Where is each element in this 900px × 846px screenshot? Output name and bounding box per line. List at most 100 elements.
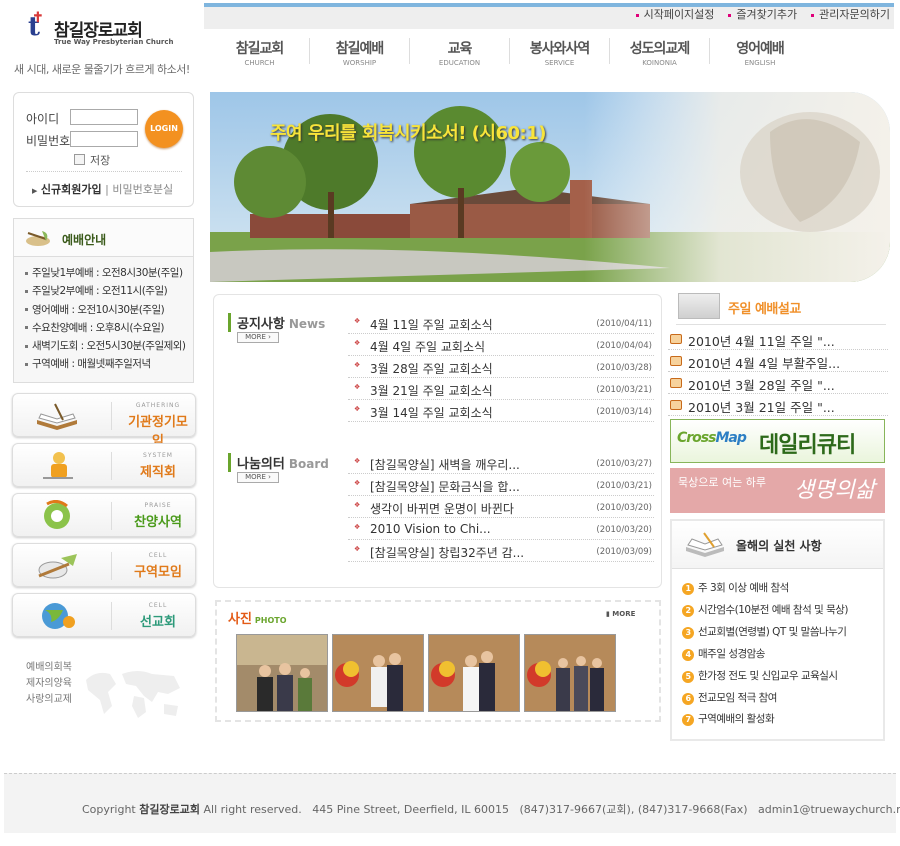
notice-item-date: (2010/03/14)	[596, 407, 652, 417]
board-item-date: (2010/03/20)	[596, 525, 652, 535]
sermon-item-title: 2010년 3월 21일 주일 "...	[688, 400, 835, 415]
nav-koinonia[interactable]: 성도의교제 KOINONIA	[610, 38, 710, 67]
notice-title: 공지사항	[237, 317, 285, 332]
board-item-date: (2010/03/09)	[596, 547, 652, 557]
person-icon	[43, 452, 73, 479]
system-banner[interactable]: SYSTEM 제직회	[12, 443, 196, 487]
scroll-quill-icon	[26, 231, 50, 246]
banner-en-label: SYSTEM	[143, 452, 173, 459]
photo-image	[237, 635, 327, 711]
practice-item: 1 주 3회 이상 예배 참석	[682, 578, 848, 600]
bird-icon	[38, 554, 77, 579]
nav-education[interactable]: 교육 EDUCATION	[410, 38, 510, 67]
worship-item: 새벽기도회 : 오전5시30분(주일제외)	[25, 337, 193, 355]
world-map-icon	[86, 671, 180, 718]
board-item-date: (2010/03/27)	[596, 459, 652, 469]
signup-link[interactable]: 신규회원가입	[41, 183, 102, 196]
practice-text: 한가정 전도 및 신입교우 교육실시	[698, 669, 838, 682]
photo-en-title: PHOTO	[254, 616, 287, 625]
save-login-label: 저장	[90, 154, 111, 167]
practice-text: 구역예배의 활성화	[698, 713, 775, 726]
footer-prefix: Copyright	[82, 803, 136, 816]
worship-item: 수요찬양예배 : 오후8시(수요일)	[25, 319, 193, 337]
church-logo[interactable]: t ✝ 참길장로교회 True Way Presbyterian Church	[26, 10, 186, 52]
sermon-item[interactable]: 2010년 4월 4일 부활주일...	[668, 350, 888, 372]
nav-sublabel: WORSHIP	[342, 59, 377, 67]
photo-image	[525, 635, 615, 711]
video-icon	[670, 378, 682, 388]
board-item[interactable]: 2010 Vision to Chi... (2010/03/20)	[348, 518, 654, 540]
cell-banner[interactable]: CELL 구역모임	[12, 543, 196, 587]
sermon-item[interactable]: 2010년 3월 21일 주일 "...	[668, 394, 888, 416]
photo-heading: 사진 PHOTO	[228, 608, 287, 627]
notice-item[interactable]: 3월 21일 주일 교회소식 (2010/03/21)	[348, 378, 654, 400]
banner-divider	[111, 452, 112, 480]
contact-admin-link[interactable]: 관리자문의하기	[811, 6, 890, 22]
sermon-item[interactable]: 2010년 3월 28일 주일 "...	[668, 372, 888, 394]
add-bookmark-link[interactable]: 즐겨찾기추가	[728, 6, 797, 22]
crossmap-logo: CrossMap	[677, 430, 747, 446]
sermon-item[interactable]: 2010년 4월 11일 주일 "...	[668, 328, 888, 350]
worship-item: 구역예배 : 매월넷째주일저녁	[25, 355, 193, 373]
slogan: 새 시대, 새로운 물줄기가 흐르게 하소서!	[14, 63, 190, 76]
photo-thumbnail[interactable]	[524, 634, 616, 712]
living-life-subtitle: 묵상으로 여는 하루	[678, 476, 766, 489]
notice-item-title: 4월 4일 주일 교회소식	[370, 340, 486, 354]
photo-thumbnail[interactable]	[428, 634, 520, 712]
sermon-heading: 주일 예배설교	[676, 291, 886, 325]
save-login-checkbox[interactable]	[74, 154, 85, 165]
board-item[interactable]: [참길목양실] 새벽을 깨우리... (2010/03/27)	[348, 452, 654, 474]
footer-info: All right reserved. 445 Pine Street, Dee…	[203, 803, 900, 816]
motto-line: 제자의양육	[26, 678, 72, 689]
notice-more-button[interactable]: MORE ›	[237, 332, 279, 343]
motto-line: 사랑의교제	[26, 694, 72, 705]
number-badge: 7	[682, 714, 694, 727]
nav-worship[interactable]: 참길예배 WORSHIP	[310, 38, 410, 67]
practice-item: 5 한가정 전도 및 신입교우 교육실시	[682, 666, 848, 688]
nav-church[interactable]: 참길교회 CHURCH	[210, 38, 310, 67]
board-item[interactable]: [참길목양실] 창립32주년 감... (2010/03/09)	[348, 540, 654, 562]
nav-label: 성도의교제	[629, 41, 690, 57]
notice-item[interactable]: 4월 4일 주일 교회소식 (2010/04/04)	[348, 334, 654, 356]
sermon-title: 주일 예배설교	[728, 302, 801, 317]
practice-item: 4 매주일 성경암송	[682, 644, 848, 666]
nav-sublabel: SERVICE	[544, 59, 575, 67]
yearly-practice-box: 올해의 실천 사항 1 주 3회 이상 예배 참석 2 시간엄수(10분전 예배 참…	[670, 519, 885, 741]
banner-ko-label: 제직회	[140, 465, 176, 480]
notice-item[interactable]: 4월 11일 주일 교회소식 (2010/04/11)	[348, 312, 654, 334]
photo-thumbnail[interactable]	[332, 634, 424, 712]
photo-more-link[interactable]: ▮ MORE	[606, 610, 635, 618]
footer-text: Copyright 참길장로교회 All right reserved. 445…	[82, 801, 900, 817]
daily-qt-banner[interactable]: CrossMap 데일리큐티	[670, 419, 885, 463]
worship-info-box: 예배안내 주일낮1부예배 : 오전8시30분(주일) 주일낮2부예배 : 오전1…	[13, 218, 194, 383]
living-life-banner[interactable]: 묵상으로 여는 하루 생명의삶	[670, 468, 885, 513]
daily-qt-label: 데일리큐티	[759, 433, 856, 458]
set-homepage-link[interactable]: 시작페이지설정	[636, 6, 715, 22]
gathering-banner[interactable]: GATHERING 기관정기모임	[12, 393, 196, 449]
password-input[interactable]	[70, 131, 138, 147]
lost-password-link[interactable]: 비밀번호분실	[112, 183, 173, 196]
praise-banner[interactable]: PRAISE 찬양사역	[12, 493, 196, 537]
notice-en-title: News	[288, 317, 326, 331]
login-button[interactable]: LOGIN	[145, 110, 183, 148]
notice-item[interactable]: 3월 28일 주일 교회소식 (2010/03/28)	[348, 356, 654, 378]
board-heading: 나눔의터 Board	[228, 453, 329, 472]
board-item[interactable]: 생각이 바뀌면 운명이 바뀐다 (2010/03/20)	[348, 496, 654, 518]
notice-item[interactable]: 3월 14일 주일 교회소식 (2010/03/14)	[348, 400, 654, 422]
id-input[interactable]	[70, 109, 138, 125]
board-more-button[interactable]: MORE ›	[237, 472, 279, 483]
practice-text: 선교회별(연령별) QT 및 말씀나누기	[698, 625, 847, 638]
photo-thumbnail[interactable]	[236, 634, 328, 712]
hero-verse: 주여 우리를 회복시키소서! (시60:1)	[270, 123, 546, 144]
nav-service[interactable]: 봉사와사역 SERVICE	[510, 38, 610, 67]
mission-banner[interactable]: CELL 선교회	[12, 593, 196, 637]
top-links: 시작페이지설정 즐겨찾기추가 관리자문의하기	[636, 6, 890, 22]
login-links: ▶ 신규회원가입 | 비밀번호분실	[32, 181, 173, 197]
practice-text: 시간엄수(10분전 예배 참석 및 묵상)	[698, 603, 848, 616]
book-icon	[37, 403, 77, 430]
board-item[interactable]: [참길목양실] 문화금식을 합... (2010/03/21)	[348, 474, 654, 496]
more-label: MORE	[245, 473, 266, 481]
practice-header: 올해의 실천 사항	[672, 521, 883, 569]
password-label: 비밀번호	[26, 134, 71, 148]
nav-english[interactable]: 영어예배 ENGLISH	[710, 38, 810, 67]
